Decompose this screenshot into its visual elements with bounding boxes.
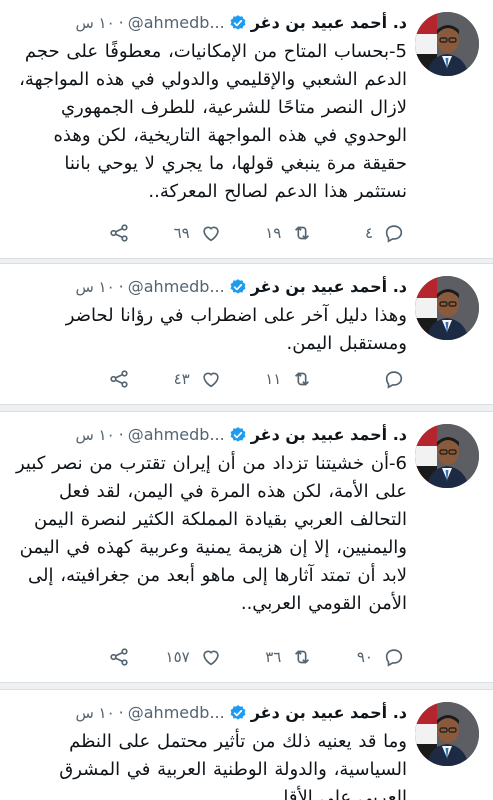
- tweet[interactable]: د. أحمد عبيد بن دغر @ahmedb... · ١٠ س 6-…: [0, 412, 493, 682]
- reply-icon: [385, 225, 403, 243]
- author-name[interactable]: د. أحمد عبيد بن دغر: [251, 11, 407, 35]
- separator-dot: ·: [118, 425, 124, 444]
- tweet[interactable]: د. أحمد عبيد بن دغر @ahmedb... · ١٠ س وه…: [0, 264, 493, 404]
- verified-badge-icon: [230, 427, 246, 442]
- author-handle[interactable]: @ahmedb...: [128, 275, 225, 299]
- separator-dot: ·: [118, 13, 124, 32]
- tweet-time[interactable]: ١٠ س: [75, 423, 114, 447]
- author-handle[interactable]: @ahmedb...: [128, 11, 225, 35]
- avatar[interactable]: [415, 702, 479, 766]
- retweet-button[interactable]: ١١: [253, 368, 313, 390]
- heart-icon: [202, 372, 219, 388]
- tweet-text: وهذا دليل آخر على اضطراب في رؤانا لحاضر …: [65, 305, 407, 354]
- avatar[interactable]: [415, 12, 479, 76]
- verified-badge-icon: [230, 705, 246, 720]
- tweet-divider: [0, 404, 493, 412]
- heart-icon: [202, 226, 219, 242]
- tweet-header: د. أحمد عبيد بن دغر @ahmedb... · ١٠ س: [16, 274, 407, 300]
- avatar[interactable]: [415, 424, 479, 488]
- tweet-text: وما قد يعنيه ذلك من تأثير محتمل على النظ…: [59, 731, 407, 800]
- tweet-text: 5-بحساب المتاح من الإمكانيات، معطوفًا عل…: [19, 41, 407, 202]
- like-count: ٦٩: [173, 224, 190, 242]
- retweet-button[interactable]: ١٩: [253, 222, 313, 244]
- tweet-header: د. أحمد عبيد بن دغر @ahmedb... · ١٠ س: [16, 700, 407, 726]
- author-name[interactable]: د. أحمد عبيد بن دغر: [251, 275, 407, 299]
- retweet-count: ١١: [265, 370, 282, 388]
- tweet-header: د. أحمد عبيد بن دغر @ahmedb... · ١٠ س: [16, 422, 407, 448]
- tweet-content: د. أحمد عبيد بن دغر @ahmedb... · ١٠ س وه…: [16, 274, 407, 358]
- tweet[interactable]: د. أحمد عبيد بن دغر @ahmedb... · ١٠ س 5-…: [0, 0, 493, 258]
- author-name[interactable]: د. أحمد عبيد بن دغر: [251, 701, 407, 725]
- verified-badge-icon: [230, 279, 246, 294]
- share-icon: [110, 370, 128, 388]
- author-name[interactable]: د. أحمد عبيد بن دغر: [251, 423, 407, 447]
- like-button[interactable]: ٤٣: [162, 368, 222, 390]
- separator-dot: ·: [118, 277, 124, 296]
- retweet-icon: [295, 650, 310, 664]
- share-button[interactable]: [70, 646, 130, 668]
- like-count: ٤٣: [173, 370, 190, 388]
- reply-button[interactable]: [345, 368, 405, 390]
- avatar[interactable]: [415, 276, 479, 340]
- tweet-feed: د. أحمد عبيد بن دغر @ahmedb... · ١٠ س 5-…: [0, 0, 493, 800]
- like-count: ١٥٧: [165, 648, 190, 666]
- tweet-time[interactable]: ١٠ س: [75, 11, 114, 35]
- heart-icon: [202, 650, 219, 666]
- separator-dot: ·: [118, 703, 124, 722]
- tweet-content: د. أحمد عبيد بن دغر @ahmedb... · ١٠ س 5-…: [16, 10, 407, 206]
- share-button[interactable]: [70, 222, 130, 244]
- author-handle[interactable]: @ahmedb...: [128, 423, 225, 447]
- tweet-header: د. أحمد عبيد بن دغر @ahmedb... · ١٠ س: [16, 10, 407, 36]
- reply-icon: [385, 649, 403, 667]
- retweet-count: ١٩: [265, 224, 282, 242]
- share-icon: [110, 224, 128, 242]
- like-button[interactable]: ٦٩: [162, 222, 222, 244]
- tweet-content: د. أحمد عبيد بن دغر @ahmedb... · ١٠ س وم…: [16, 700, 407, 800]
- reply-icon: [385, 371, 403, 389]
- tweet-actions: ٩٠ ٣٦ ١٥٧: [70, 646, 405, 668]
- share-button[interactable]: [70, 368, 130, 390]
- reply-button[interactable]: ٤: [345, 222, 405, 244]
- author-handle[interactable]: @ahmedb...: [128, 701, 225, 725]
- retweet-icon: [295, 226, 310, 240]
- reply-count: ٩٠: [356, 648, 373, 666]
- tweet-time[interactable]: ١٠ س: [75, 701, 114, 725]
- tweet-divider: [0, 682, 493, 690]
- like-button[interactable]: ١٥٧: [162, 646, 222, 668]
- retweet-icon: [295, 372, 310, 386]
- tweet-actions: ١١ ٤٣: [70, 368, 405, 390]
- retweet-count: ٣٦: [265, 648, 282, 666]
- retweet-button[interactable]: ٣٦: [253, 646, 313, 668]
- tweet-time[interactable]: ١٠ س: [75, 275, 114, 299]
- tweet[interactable]: د. أحمد عبيد بن دغر @ahmedb... · ١٠ س وم…: [0, 690, 493, 800]
- tweet-content: د. أحمد عبيد بن دغر @ahmedb... · ١٠ س 6-…: [16, 422, 407, 618]
- tweet-text: 6-أن خشيتنا تزداد من أن إيران تقترب من ن…: [15, 453, 407, 614]
- tweet-actions: ٤ ١٩ ٦٩: [70, 222, 405, 244]
- reply-count: ٤: [364, 224, 373, 242]
- verified-badge-icon: [230, 15, 246, 30]
- share-icon: [110, 648, 128, 666]
- reply-button[interactable]: ٩٠: [345, 646, 405, 668]
